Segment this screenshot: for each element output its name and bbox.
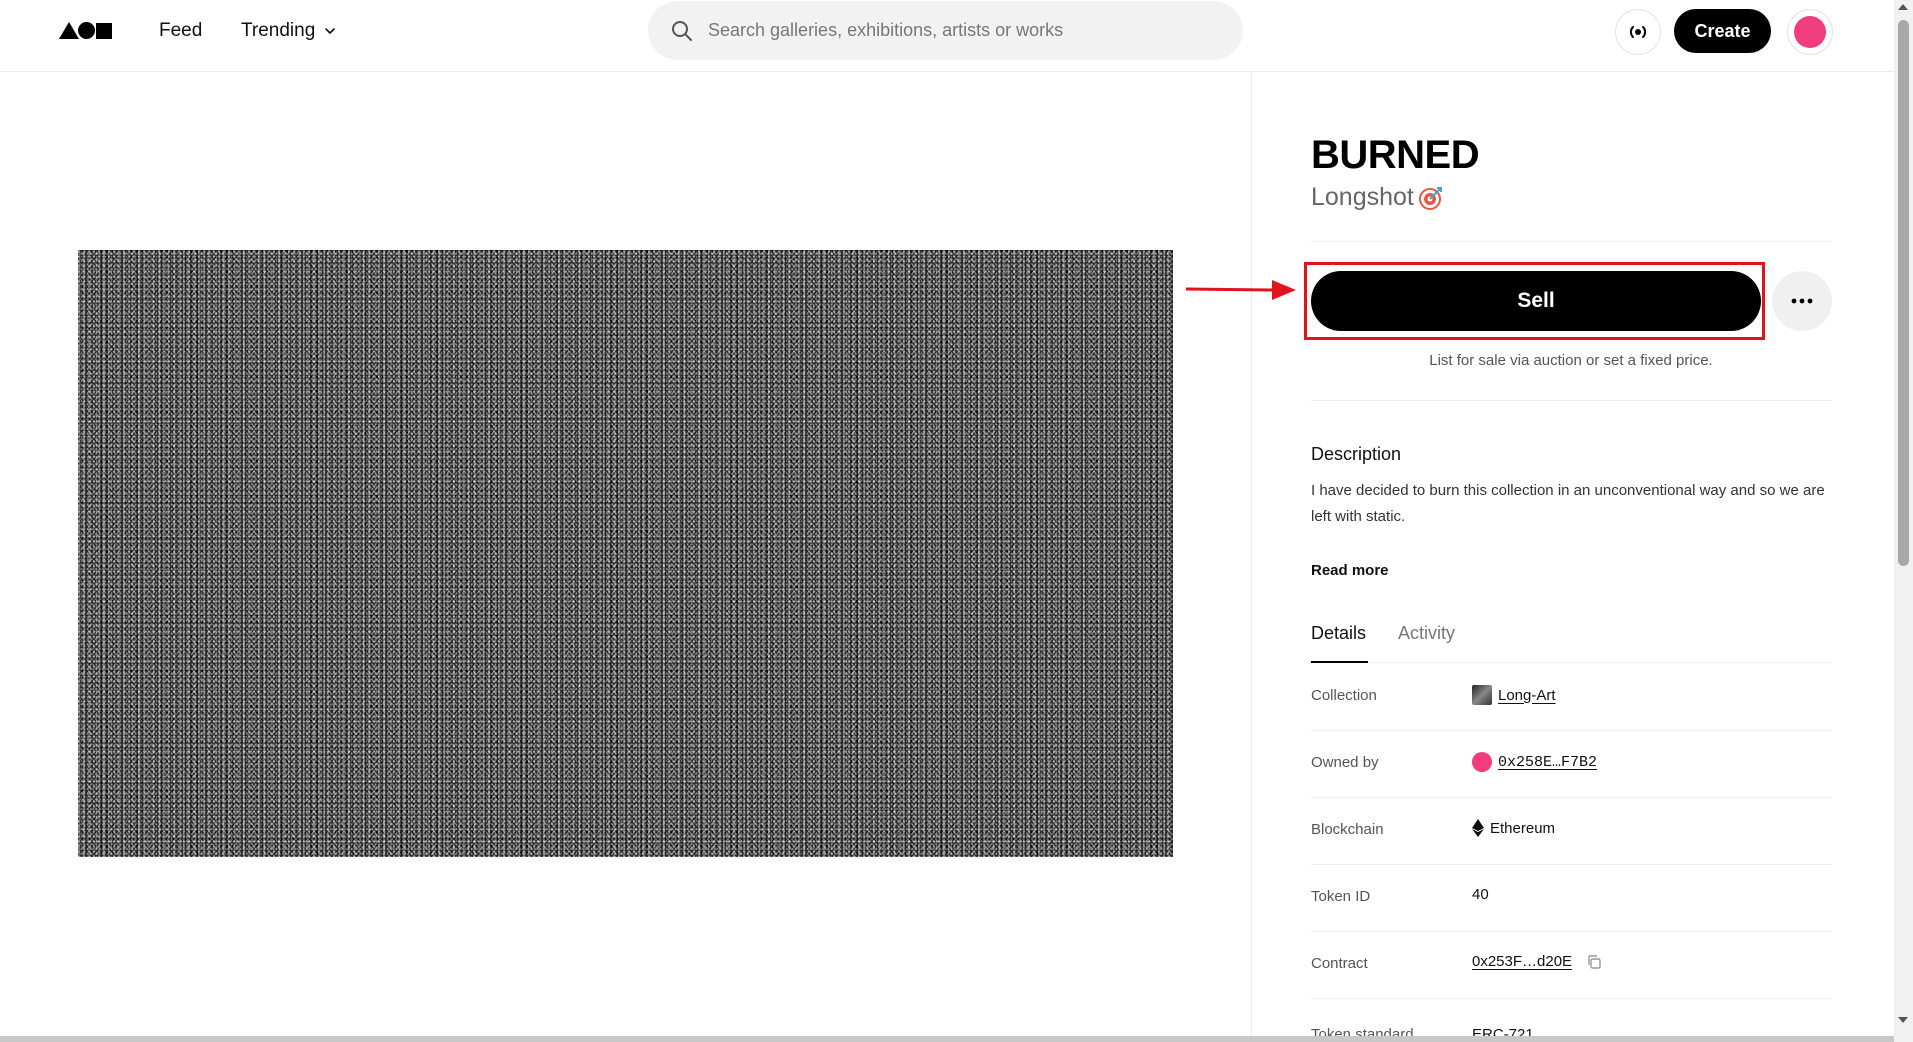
detail-label: Contract xyxy=(1311,955,1368,972)
column-divider xyxy=(1251,72,1252,1042)
scroll-down-arrow-icon[interactable] xyxy=(1898,1017,1908,1023)
detail-label: Token ID xyxy=(1311,888,1371,905)
divider xyxy=(1311,400,1831,401)
scrollbar-thumb[interactable] xyxy=(1898,20,1909,566)
blockchain-name: Ethereum xyxy=(1490,819,1556,837)
active-tab-indicator xyxy=(1311,661,1368,663)
more-options-button[interactable] xyxy=(1772,271,1832,331)
annotation-arrow xyxy=(1185,280,1296,300)
bottom-edge xyxy=(0,1036,1894,1042)
token-id-value: 40 xyxy=(1472,886,1489,903)
logo-triangle xyxy=(59,22,79,39)
vertical-scrollbar[interactable] xyxy=(1894,0,1913,1042)
sell-button[interactable]: Sell xyxy=(1311,271,1761,331)
artist-link[interactable]: Longshot xyxy=(1311,183,1444,212)
nav-trending-dropdown[interactable]: Trending xyxy=(241,20,337,42)
detail-label: Owned by xyxy=(1311,754,1379,771)
create-button[interactable]: Create xyxy=(1674,9,1771,53)
nav-feed-link[interactable]: Feed xyxy=(159,20,202,42)
search-placeholder: Search galleries, exhibitions, artists o… xyxy=(708,20,1064,40)
tab-activity[interactable]: Activity xyxy=(1398,623,1455,644)
copy-icon[interactable] xyxy=(1586,954,1602,970)
description-heading: Description xyxy=(1311,444,1402,464)
owner-address: 0x258E…F7B2 xyxy=(1498,753,1598,771)
blockchain-value: Ethereum xyxy=(1472,819,1555,837)
scroll-up-arrow-icon[interactable] xyxy=(1898,4,1908,10)
logo-square xyxy=(96,23,112,39)
collection-link[interactable]: Long-Art xyxy=(1472,685,1556,705)
contract-address-link[interactable]: 0x253F…d20E xyxy=(1472,953,1572,970)
user-avatar-button[interactable] xyxy=(1787,9,1833,55)
divider xyxy=(1311,241,1831,242)
search-icon xyxy=(672,21,692,41)
logo-circle xyxy=(78,22,95,39)
sell-hint-text: List for sale via auction or set a fixed… xyxy=(1429,352,1713,369)
chevron-down-icon xyxy=(325,28,336,34)
search-input[interactable]: Search galleries, exhibitions, artists o… xyxy=(648,1,1243,60)
detail-label: Blockchain xyxy=(1311,821,1384,838)
ethereum-icon xyxy=(1472,819,1484,837)
detail-row-owner: Owned by 0x258E…F7B2 xyxy=(1311,731,1831,798)
logo[interactable] xyxy=(59,22,113,40)
detail-row-collection: Collection Long-Art xyxy=(1311,664,1831,731)
collection-thumbnail xyxy=(1472,685,1492,705)
live-broadcast-button[interactable] xyxy=(1615,9,1661,55)
description-text: I have decided to burn this collection i… xyxy=(1311,482,1825,525)
artwork-title: BURNED xyxy=(1311,133,1480,177)
more-options-icon xyxy=(1791,298,1813,304)
owner-link[interactable]: 0x258E…F7B2 xyxy=(1472,752,1597,772)
target-badge-icon xyxy=(1418,186,1442,210)
live-broadcast-icon xyxy=(1629,26,1647,38)
detail-row-token-id: Token ID 40 xyxy=(1311,865,1831,932)
detail-row-contract: Contract 0x253F…d20E xyxy=(1311,932,1831,999)
avatar xyxy=(1794,16,1826,48)
top-navigation-bar: Feed Trending Search galleries, exhibiti… xyxy=(0,0,1894,72)
detail-row-blockchain: Blockchain Ethereum xyxy=(1311,798,1831,865)
tabs-baseline xyxy=(1311,662,1831,663)
nav-trending-label: Trending xyxy=(241,20,316,41)
owner-avatar xyxy=(1472,752,1492,772)
detail-label: Collection xyxy=(1311,687,1377,704)
read-more-link[interactable]: Read more xyxy=(1311,562,1389,579)
contract-value: 0x253F…d20E xyxy=(1472,953,1602,970)
tab-details[interactable]: Details xyxy=(1311,623,1366,644)
artist-name: Longshot xyxy=(1311,183,1414,211)
artwork-image[interactable] xyxy=(78,250,1173,857)
collection-name: Long-Art xyxy=(1498,686,1556,704)
